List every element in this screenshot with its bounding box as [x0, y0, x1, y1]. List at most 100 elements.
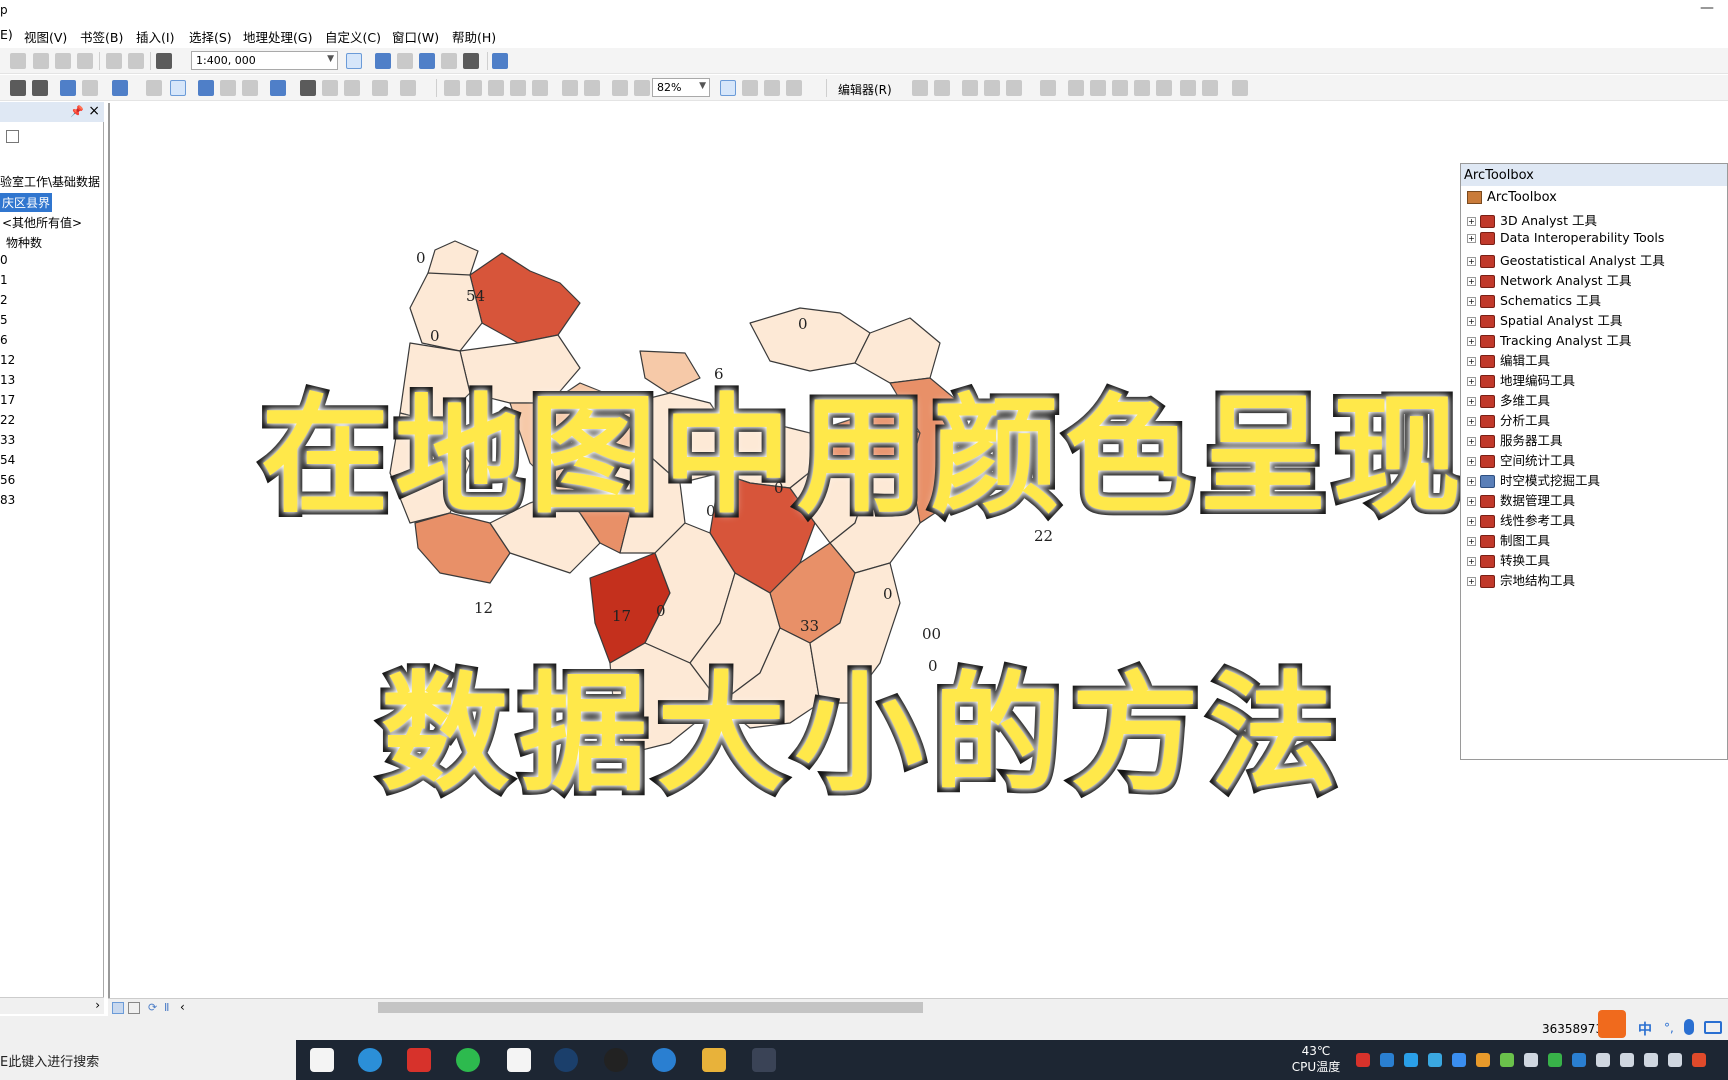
fixed-zoom-in-layout-icon[interactable]: [562, 80, 578, 96]
cut-icon[interactable]: [10, 53, 26, 69]
editor-menu[interactable]: 编辑器(R): [838, 81, 892, 98]
expand-icon[interactable]: +: [1467, 377, 1476, 386]
expand-icon[interactable]: +: [1467, 537, 1476, 546]
toc-horizontal-scrollbar[interactable]: ›: [0, 997, 104, 1014]
toolset-schematics[interactable]: + Schematics 工具: [1467, 290, 1601, 308]
edge-browser-icon[interactable]: [358, 1048, 382, 1072]
toolset-geostatistical[interactable]: + Geostatistical Analyst 工具: [1467, 250, 1665, 268]
straight-segment-icon[interactable]: [962, 80, 978, 96]
tray-app-icon[interactable]: [1572, 1053, 1586, 1067]
undo-icon[interactable]: [106, 53, 122, 69]
python-icon[interactable]: [463, 53, 479, 69]
expand-icon[interactable]: +: [1467, 417, 1476, 426]
tray-search-icon[interactable]: [1476, 1053, 1490, 1067]
clear-selection-icon[interactable]: [146, 80, 162, 96]
edit-tool-icon[interactable]: [912, 80, 928, 96]
close-icon[interactable]: ×: [88, 103, 100, 119]
wps-office-icon[interactable]: [407, 1048, 431, 1072]
expand-icon[interactable]: +: [1467, 234, 1476, 243]
signal-icon[interactable]: [1548, 1053, 1562, 1067]
toolset-space-time-pattern[interactable]: + 时空模式挖掘工具: [1467, 470, 1600, 488]
add-data-icon[interactable]: [156, 53, 172, 69]
menu-customize[interactable]: 自定义(C): [325, 27, 381, 46]
toolset-linear-referencing[interactable]: + 线性参考工具: [1467, 510, 1575, 528]
toolset-editing[interactable]: + 编辑工具: [1467, 350, 1550, 368]
toolset-data-interoperability[interactable]: + Data Interoperability Tools: [1467, 230, 1664, 248]
expand-icon[interactable]: +: [1467, 497, 1476, 506]
catalog-icon[interactable]: [397, 53, 413, 69]
toolset-cartography[interactable]: + 制图工具: [1467, 530, 1550, 548]
end-point-arc-icon[interactable]: [984, 80, 1000, 96]
qq-icon[interactable]: [604, 1048, 628, 1072]
trace-icon[interactable]: [1006, 80, 1022, 96]
paste-icon[interactable]: [55, 53, 71, 69]
data-driven-pages-icon[interactable]: [786, 80, 802, 96]
layer-name[interactable]: 庆区县界: [0, 193, 53, 212]
layout-zoom-out-icon[interactable]: [466, 80, 482, 96]
fixed-zoom-out-layout-icon[interactable]: [584, 80, 600, 96]
taskbar-search[interactable]: E此键入进行搜索: [0, 1040, 296, 1080]
chevron-right-icon[interactable]: ›: [95, 998, 100, 1012]
minimize-button[interactable]: —: [1700, 0, 1714, 16]
wechat-icon[interactable]: [456, 1048, 480, 1072]
menu-view[interactable]: 视图(V): [24, 27, 67, 46]
expand-icon[interactable]: +: [1467, 317, 1476, 326]
toolset-parcel-fabric[interactable]: + 宗地结构工具: [1467, 570, 1575, 588]
data-view-icon[interactable]: [112, 1002, 124, 1014]
fixed-zoom-in-icon[interactable]: [10, 80, 26, 96]
arctoolbox-root[interactable]: ArcToolbox: [1467, 190, 1557, 205]
refresh-icon[interactable]: ⟳: [148, 1002, 160, 1014]
expand-icon[interactable]: +: [1467, 357, 1476, 366]
layout-view-icon[interactable]: [128, 1002, 140, 1014]
nvidia-icon[interactable]: [1500, 1053, 1514, 1067]
tray-app-icon[interactable]: [1404, 1053, 1418, 1067]
map-horizontal-scrollbar[interactable]: [378, 1002, 923, 1013]
pause-drawing-icon[interactable]: Ⅱ: [164, 1002, 176, 1014]
html-popup-icon[interactable]: [242, 80, 258, 96]
onedrive-icon[interactable]: [1452, 1053, 1466, 1067]
viewer-icon[interactable]: [400, 80, 416, 96]
toolset-geocoding[interactable]: + 地理编码工具: [1467, 370, 1575, 388]
expand-icon[interactable]: +: [1467, 457, 1476, 466]
file-icon[interactable]: [310, 1048, 334, 1072]
search-window-icon[interactable]: [419, 53, 435, 69]
layout-zoom-combo[interactable]: 82% ▼: [652, 78, 710, 97]
ime-tray-icon[interactable]: [1692, 1053, 1706, 1067]
change-layout-icon[interactable]: [764, 80, 780, 96]
document-icon[interactable]: [507, 1048, 531, 1072]
go-forward-layout-icon[interactable]: [634, 80, 650, 96]
select-elements-icon[interactable]: [170, 80, 186, 96]
screen-recorder-icon[interactable]: [752, 1048, 776, 1072]
rotate-icon[interactable]: [1156, 80, 1172, 96]
go-to-xy-icon[interactable]: [344, 80, 360, 96]
toolset-analysis[interactable]: + 分析工具: [1467, 410, 1550, 428]
forward-extent-icon[interactable]: [82, 80, 98, 96]
expand-icon[interactable]: +: [1467, 397, 1476, 406]
netease-music-icon[interactable]: [1356, 1053, 1370, 1067]
toolset-3d-analyst[interactable]: +3D Analyst 工具: [1467, 210, 1597, 228]
edit-vertices-icon[interactable]: [1068, 80, 1084, 96]
toolset-server[interactable]: + 服务器工具: [1467, 430, 1563, 448]
toolset-spatial-analyst[interactable]: + Spatial Analyst 工具: [1467, 310, 1622, 328]
expand-icon[interactable]: +: [1467, 277, 1476, 286]
model-builder-icon[interactable]: [492, 53, 508, 69]
file-explorer-icon[interactable]: [702, 1048, 726, 1072]
battery-icon[interactable]: [1596, 1053, 1610, 1067]
go-back-layout-icon[interactable]: [612, 80, 628, 96]
reshape-icon[interactable]: [1090, 80, 1106, 96]
expand-icon[interactable]: +: [1467, 297, 1476, 306]
layout-zoom-in-icon[interactable]: [444, 80, 460, 96]
menu-select[interactable]: 选择(S): [189, 27, 232, 46]
sogou-ime-icon[interactable]: [1598, 1010, 1626, 1038]
steam-icon[interactable]: [554, 1048, 578, 1072]
scale-combo[interactable]: 1:400, 000 ▼: [191, 51, 338, 70]
point-icon[interactable]: [1040, 80, 1056, 96]
zoom-100-icon[interactable]: [532, 80, 548, 96]
arctoolbox-icon[interactable]: [441, 53, 457, 69]
toolset-tracking-analyst[interactable]: + Tracking Analyst 工具: [1467, 330, 1631, 348]
focus-data-frame-icon[interactable]: [742, 80, 758, 96]
menu-help[interactable]: 帮助(H): [452, 27, 496, 46]
microphone-tray-icon[interactable]: [1644, 1053, 1658, 1067]
menu-window[interactable]: 窗口(W): [392, 27, 439, 46]
tray-app-icon[interactable]: [1428, 1053, 1442, 1067]
